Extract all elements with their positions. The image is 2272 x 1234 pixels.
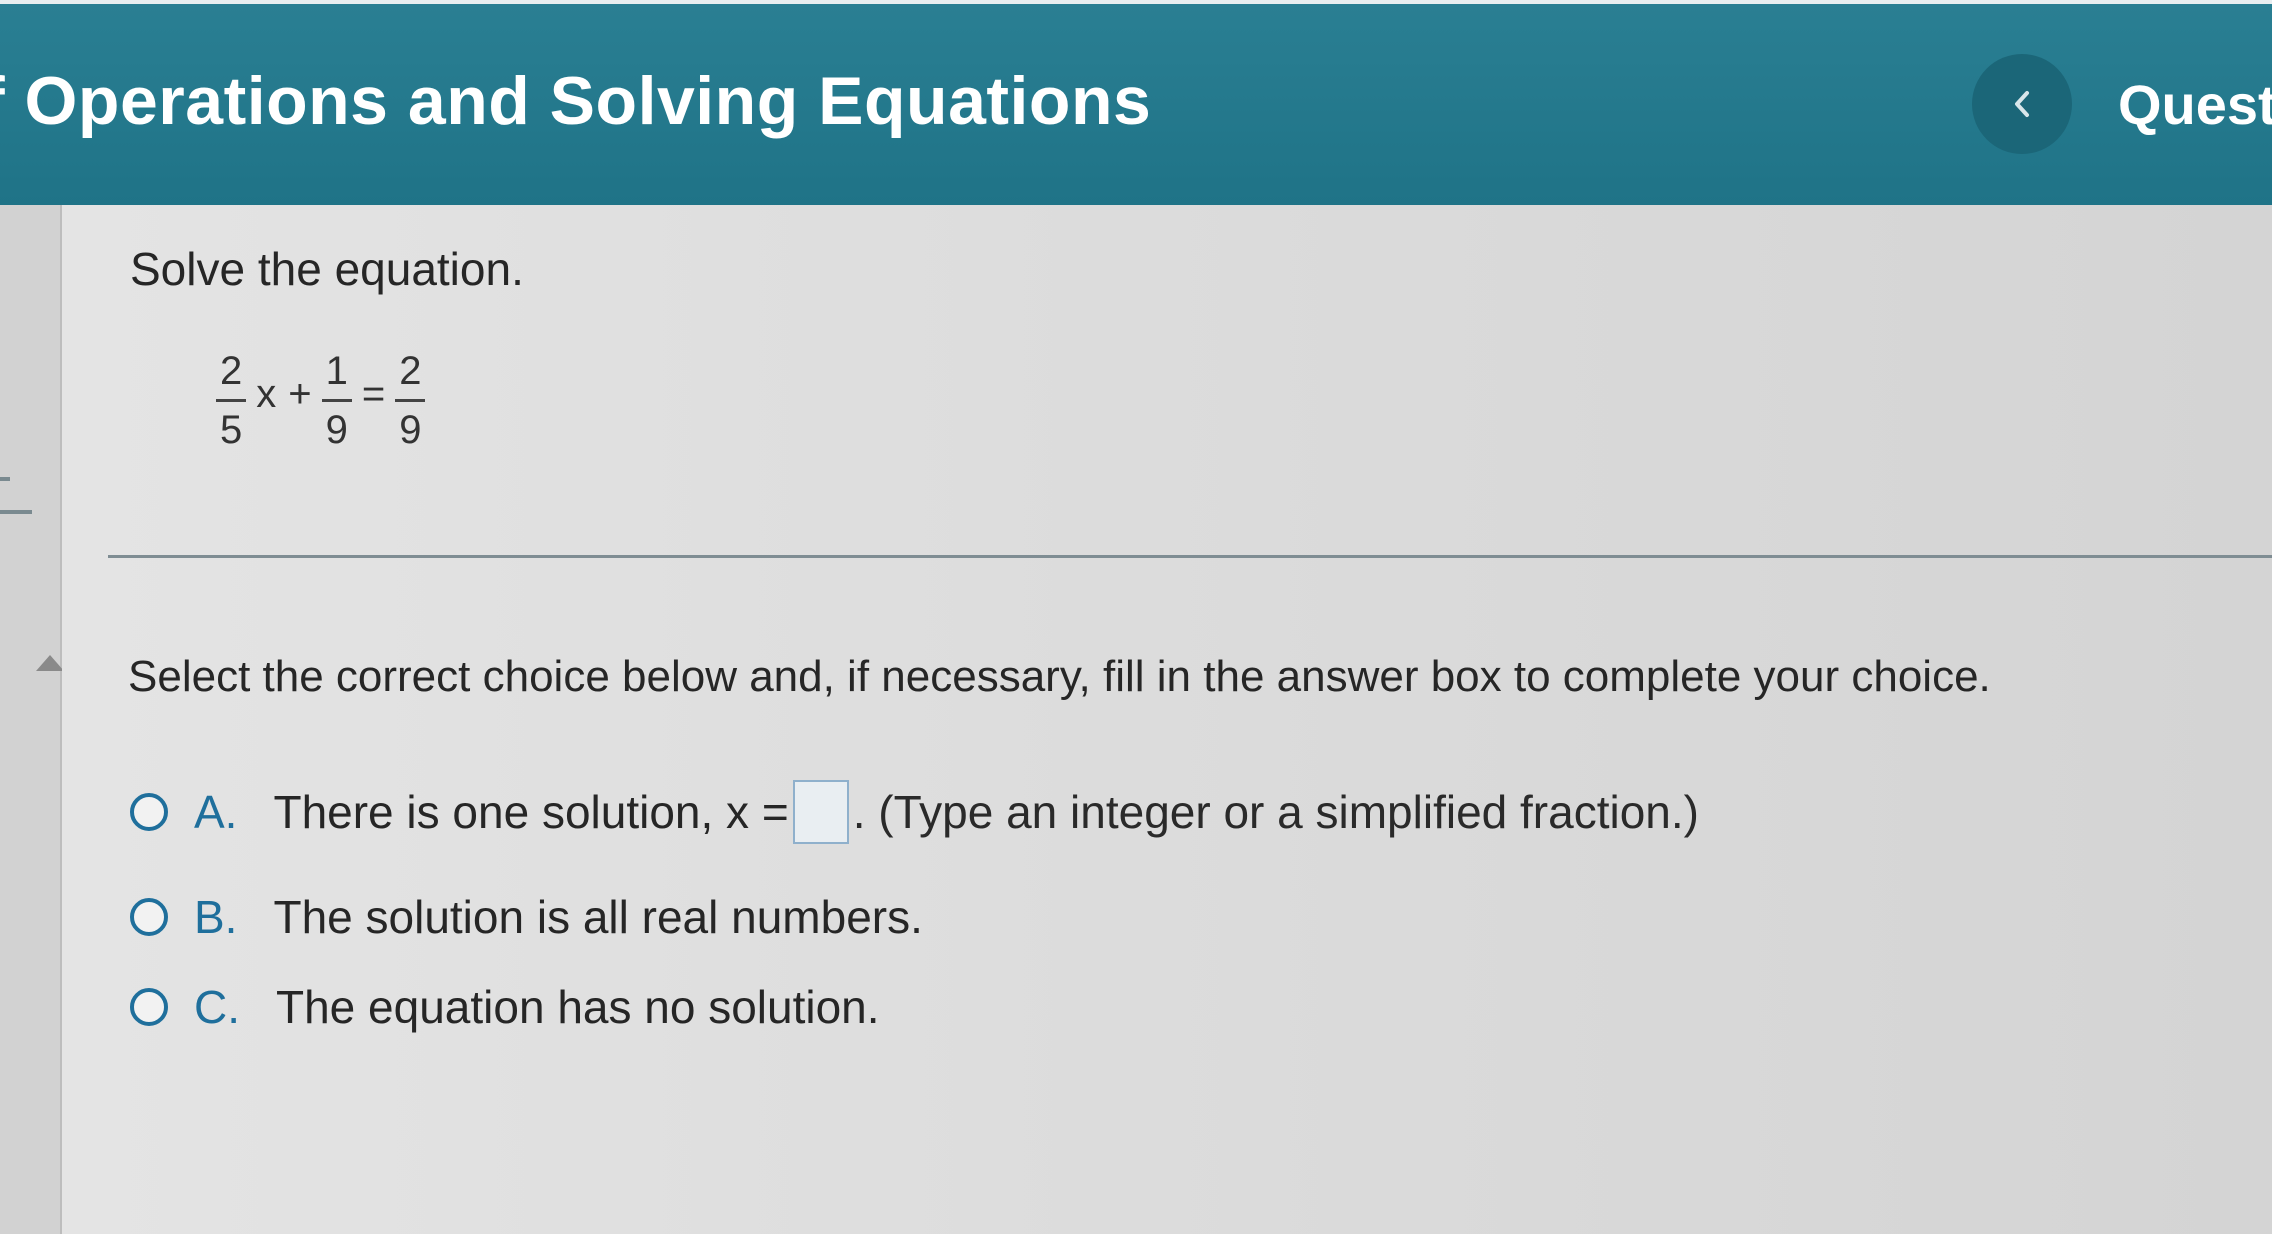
left-gutter bbox=[0, 205, 64, 1234]
numerator: 2 bbox=[220, 348, 243, 393]
choice-letter: B. bbox=[194, 891, 238, 943]
equals-sign: = bbox=[361, 371, 386, 416]
numerator: 2 bbox=[399, 348, 422, 393]
choice-b-text: The solution is all real numbers. bbox=[273, 891, 923, 943]
choice-c[interactable]: C. The equation has no solution. bbox=[130, 980, 880, 1034]
header-bar: f Operations and Solving Equations Quest bbox=[0, 0, 2272, 205]
choice-b[interactable]: B. The solution is all real numbers. bbox=[130, 890, 923, 944]
fraction-term1: 2 5 bbox=[216, 347, 247, 454]
radio-choice-c[interactable] bbox=[130, 988, 168, 1026]
choice-letter: A. bbox=[194, 786, 238, 838]
radio-choice-a[interactable] bbox=[130, 793, 168, 831]
answer-input-box[interactable] bbox=[792, 780, 849, 844]
scroll-up-arrow-icon[interactable] bbox=[36, 655, 64, 671]
gutter-mark bbox=[0, 477, 10, 481]
previous-question-button[interactable] bbox=[1972, 54, 2072, 154]
variable: x bbox=[256, 371, 277, 416]
problem-prompt: Solve the equation. bbox=[130, 243, 524, 295]
numerator: 1 bbox=[325, 348, 348, 393]
fraction-rhs: 2 9 bbox=[395, 347, 426, 454]
denominator: 9 bbox=[399, 407, 422, 452]
denominator: 9 bbox=[325, 407, 348, 452]
fraction-bar bbox=[321, 398, 352, 402]
plus-sign: + bbox=[288, 371, 312, 416]
choice-a-text: There is one solution, x = bbox=[273, 786, 789, 838]
fraction-bar bbox=[216, 398, 247, 402]
chevron-left-icon bbox=[2011, 89, 2033, 119]
equation: 2 5 x + 1 9 = 2 9 bbox=[212, 335, 429, 465]
radio-choice-b[interactable] bbox=[130, 898, 168, 936]
choice-a[interactable]: A. There is one solution, x = . (Type an… bbox=[130, 780, 1699, 844]
fraction-term2: 1 9 bbox=[321, 347, 352, 454]
gutter-mark bbox=[0, 510, 32, 514]
fraction-bar bbox=[395, 398, 426, 402]
page-title: f Operations and Solving Equations bbox=[0, 63, 1152, 139]
choice-letter: C. bbox=[194, 981, 240, 1033]
denominator: 5 bbox=[220, 407, 243, 452]
section-divider bbox=[108, 555, 2272, 558]
choice-c-text: The equation has no solution. bbox=[276, 981, 880, 1033]
question-label[interactable]: Quest bbox=[2118, 72, 2272, 137]
instruction-text: Select the correct choice below and, if … bbox=[128, 652, 1991, 701]
choice-a-hint: . (Type an integer or a simplified fract… bbox=[852, 786, 1699, 838]
